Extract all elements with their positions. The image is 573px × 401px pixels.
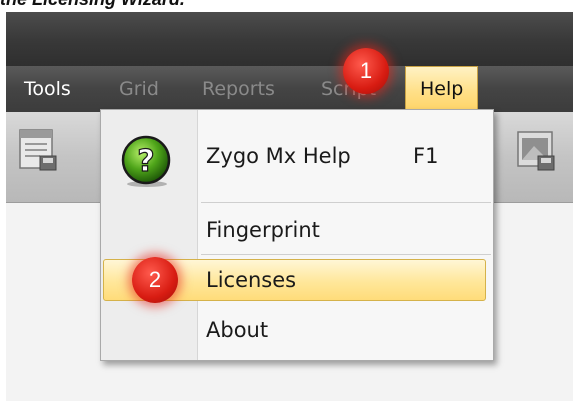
menu-reports[interactable]: Reports	[202, 76, 275, 102]
callout-badge-2: 2	[132, 257, 178, 303]
menu-bar: Tools Grid Reports Script Help	[6, 66, 573, 112]
callout-badge-1: 1	[343, 48, 389, 94]
menu-tools[interactable]: Tools	[24, 76, 71, 102]
image-save-icon[interactable]	[516, 128, 556, 172]
title-bar	[6, 12, 573, 66]
question-icon: ?	[121, 135, 171, 187]
menu-item-label: Licenses	[206, 268, 297, 292]
menu-separator	[201, 202, 491, 203]
menu-help[interactable]: Help	[405, 66, 479, 112]
menu-grid[interactable]: Grid	[119, 76, 159, 102]
menu-item-fingerprint[interactable]: Fingerprint	[101, 210, 493, 250]
help-dropdown-menu: ? Zygo Mx Help F1 Fingerprint Licenses A…	[100, 109, 494, 361]
menu-separator	[201, 254, 491, 255]
menu-item-about[interactable]: About	[101, 310, 493, 350]
menu-item-label: Fingerprint	[206, 218, 320, 242]
caption-text: the Licensing Wizard.	[0, 0, 300, 11]
menu-item-zygo-mx-help[interactable]: ? Zygo Mx Help F1	[101, 120, 493, 196]
menu-item-label: About	[206, 318, 269, 342]
menu-item-label: Zygo Mx Help	[206, 144, 351, 168]
svg-text:?: ?	[137, 144, 154, 179]
menu-item-shortcut: F1	[413, 144, 439, 168]
document-icon[interactable]	[18, 128, 58, 172]
